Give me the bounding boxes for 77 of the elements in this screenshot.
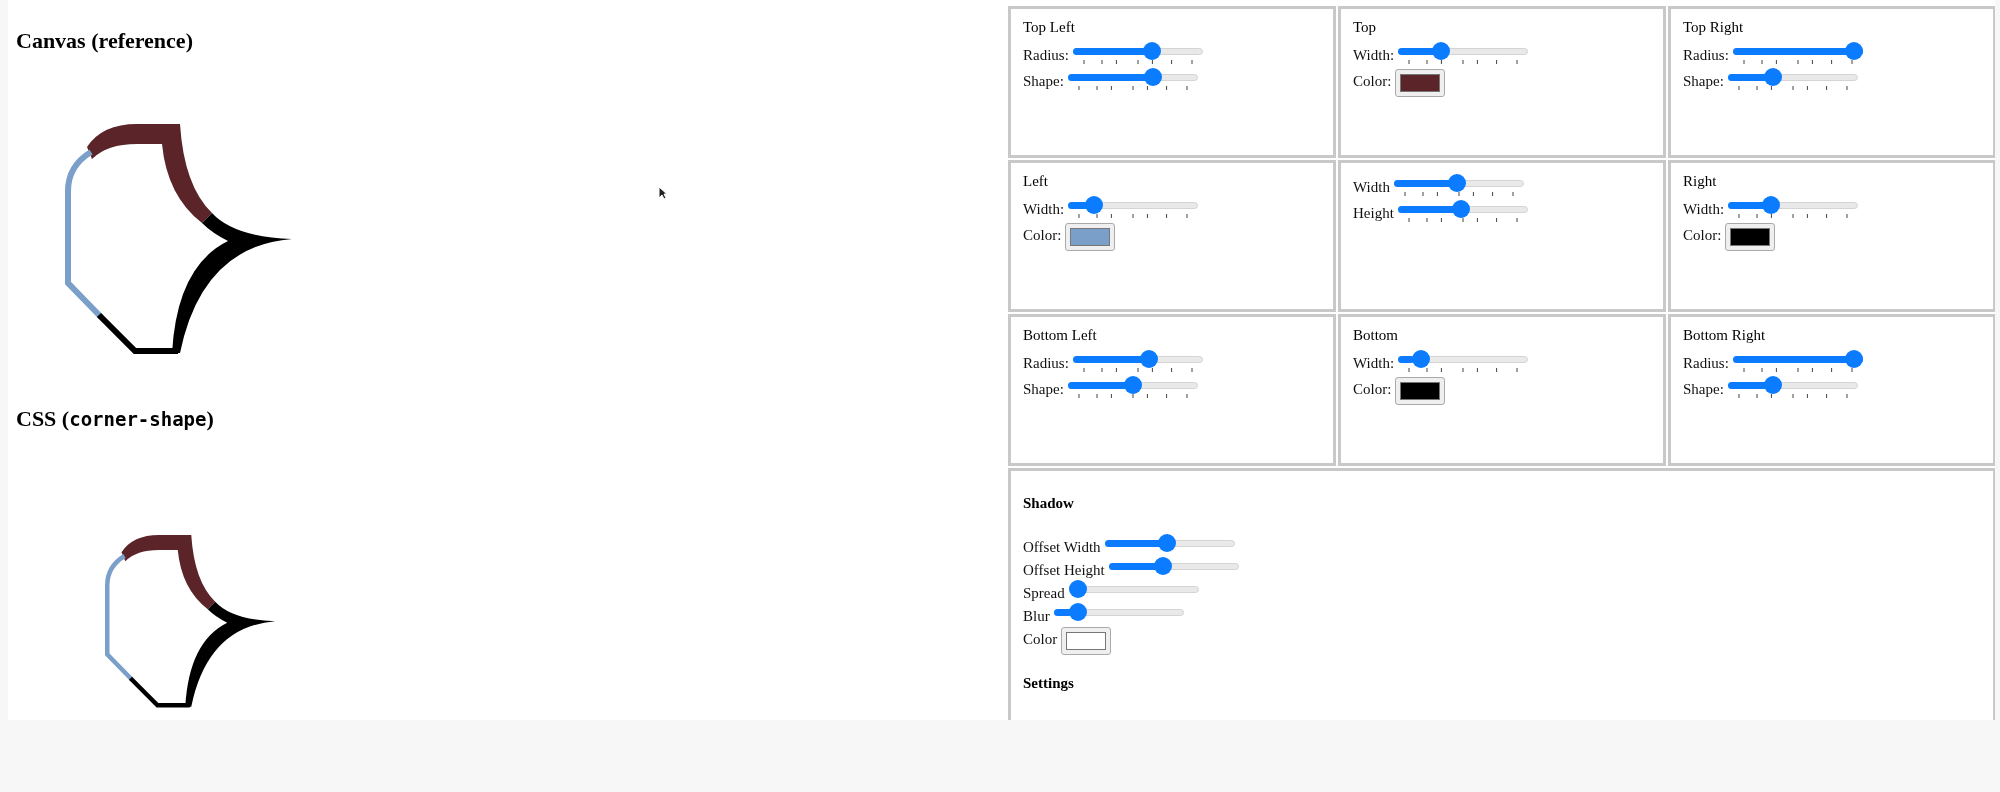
- slider-thumb[interactable]: [1451, 200, 1470, 218]
- color-button[interactable]: [1395, 377, 1446, 405]
- color-label: Color: [1023, 630, 1058, 649]
- slider-thumb[interactable]: [1763, 68, 1782, 86]
- slider-thumb[interactable]: [1143, 42, 1162, 60]
- slider-label: Blur: [1023, 607, 1050, 626]
- section-heading: Canvas (reference): [16, 28, 194, 54]
- slider-label: Width:: [1353, 354, 1395, 373]
- slider[interactable]: [1398, 350, 1529, 368]
- slider[interactable]: [1068, 580, 1199, 598]
- slider-thumb[interactable]: [1144, 68, 1162, 86]
- slider-thumb[interactable]: [1153, 557, 1172, 575]
- slider-label: Shape:: [1023, 72, 1064, 91]
- color-button[interactable]: [1061, 627, 1112, 655]
- slider-label: Spread: [1023, 584, 1065, 603]
- panel-title: Right: [1683, 172, 1718, 190]
- slider-label: Width:: [1683, 200, 1725, 219]
- slider[interactable]: [1104, 534, 1235, 552]
- slider-thumb[interactable]: [1761, 196, 1780, 214]
- panel-title: Top Right: [1683, 18, 1745, 36]
- section-heading: CSS (corner-shape): [16, 406, 215, 432]
- slider-thumb[interactable]: [1844, 42, 1863, 60]
- slider-label: Offset Height: [1023, 561, 1105, 580]
- panel-title: Top Left: [1023, 18, 1076, 36]
- slider[interactable]: [1072, 42, 1203, 60]
- slider[interactable]: [1072, 350, 1203, 368]
- slider-thumb[interactable]: [1068, 580, 1087, 598]
- slider-label: Radius:: [1023, 46, 1069, 65]
- color-label: Color:: [1023, 226, 1062, 245]
- slider[interactable]: [1397, 200, 1528, 218]
- slider-label: Shape:: [1683, 72, 1724, 91]
- color-button[interactable]: [1065, 223, 1116, 251]
- color-label: Color:: [1683, 226, 1722, 245]
- section-heading: Settings: [1023, 675, 1075, 692]
- slider-thumb[interactable]: [1844, 350, 1863, 368]
- slider[interactable]: [1727, 68, 1858, 86]
- slider-label: Height: [1353, 204, 1394, 223]
- slider[interactable]: [1728, 196, 1859, 214]
- slider-label: Offset Width: [1023, 538, 1101, 557]
- slider[interactable]: [1732, 42, 1863, 60]
- slider-thumb[interactable]: [1140, 350, 1159, 368]
- color-button[interactable]: [1395, 69, 1446, 97]
- section-heading: Shadow: [1023, 495, 1075, 512]
- slider-thumb[interactable]: [1158, 534, 1177, 552]
- panel-title: Bottom Right: [1683, 326, 1767, 344]
- slider-label: Width: [1353, 178, 1390, 197]
- slider[interactable]: [1727, 376, 1858, 394]
- slider[interactable]: [1393, 174, 1524, 192]
- slider-thumb[interactable]: [1431, 42, 1450, 60]
- slider-label: Shape:: [1023, 380, 1064, 399]
- slider-thumb[interactable]: [1069, 603, 1088, 621]
- slider-thumb[interactable]: [1411, 350, 1430, 368]
- panel-title: Bottom Left: [1023, 326, 1098, 344]
- slider[interactable]: [1108, 557, 1239, 575]
- slider-thumb[interactable]: [1763, 376, 1782, 394]
- slider-label: Width:: [1023, 200, 1065, 219]
- cursor-icon: [658, 186, 668, 200]
- slider[interactable]: [1067, 376, 1198, 394]
- slider-thumb[interactable]: [1084, 196, 1103, 214]
- slider-label: Radius:: [1683, 354, 1729, 373]
- slider[interactable]: [1053, 603, 1184, 621]
- color-button[interactable]: [1725, 223, 1776, 251]
- slider-thumb[interactable]: [1447, 174, 1466, 192]
- slider-label: Shape:: [1683, 380, 1724, 399]
- color-label: Color:: [1353, 72, 1392, 91]
- panel-title: Top: [1353, 18, 1378, 36]
- slider-label: Width:: [1353, 46, 1395, 65]
- slider[interactable]: [1068, 196, 1199, 214]
- slider-label: Radius:: [1683, 46, 1729, 65]
- panel-title: Bottom: [1353, 326, 1399, 344]
- slider-thumb[interactable]: [1123, 376, 1142, 394]
- panel-title: Left: [1023, 172, 1049, 190]
- slider-label: Radius:: [1023, 354, 1069, 373]
- slider[interactable]: [1732, 350, 1863, 368]
- color-label: Color:: [1353, 380, 1392, 399]
- slider[interactable]: [1067, 68, 1198, 86]
- slider[interactable]: [1398, 42, 1529, 60]
